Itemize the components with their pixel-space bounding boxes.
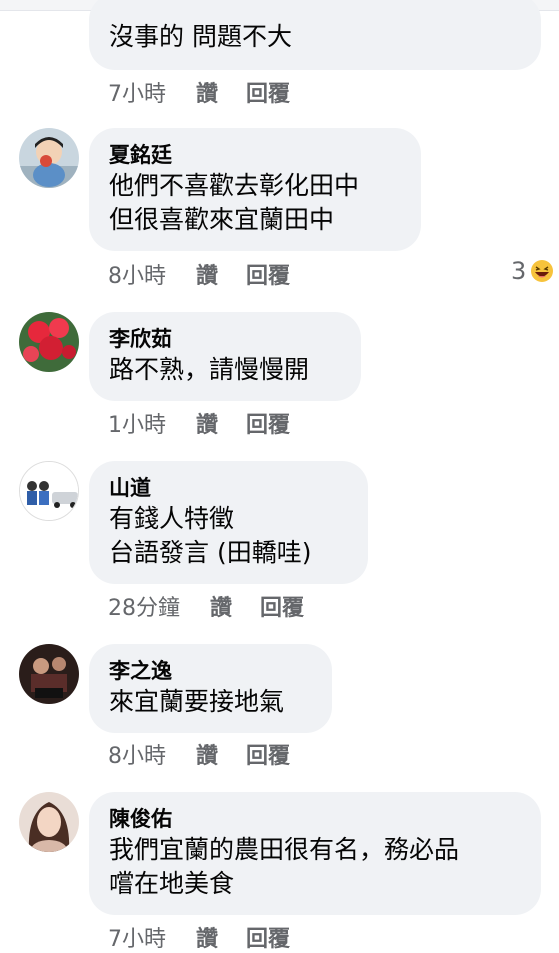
avatar-portrait-icon: [19, 792, 79, 852]
reaction-summary[interactable]: 3: [511, 257, 554, 285]
commenter-name[interactable]: 夏銘廷: [109, 141, 401, 169]
commenter-name[interactable]: 山道: [109, 474, 348, 502]
comment-text: 路不熟，請慢慢開: [109, 355, 310, 384]
avatar-photo-child-icon: [19, 128, 79, 188]
like-button[interactable]: 讚: [196, 76, 218, 108]
comment-text: 來宜蘭要接地氣: [109, 687, 285, 716]
reply-button[interactable]: 回覆: [246, 921, 290, 953]
commenter-name[interactable]: 陳俊佑: [109, 805, 521, 833]
comment-bubble: 李之逸 來宜蘭要接地氣: [89, 644, 332, 733]
reply-button[interactable]: 回覆: [260, 590, 304, 622]
comment-text: 沒事的 問題不大: [109, 22, 292, 51]
avatar[interactable]: [19, 792, 79, 852]
avatar-photo-flowers-icon: [19, 312, 79, 372]
like-button[interactable]: 讚: [210, 590, 232, 622]
comment-text: 嚐在地美食: [109, 869, 235, 898]
avatar[interactable]: [19, 644, 79, 704]
avatar[interactable]: [19, 312, 79, 372]
like-button[interactable]: 讚: [196, 738, 218, 770]
commenter-name[interactable]: 李之逸: [109, 657, 312, 685]
comment-text: 我們宜蘭的農田很有名，務必品: [109, 835, 460, 864]
avatar-photo-group-icon: [19, 644, 79, 704]
comment-bubble: 夏銘廷 他們不喜歡去彰化田中 但很喜歡來宜蘭田中: [89, 128, 421, 251]
comment-meta: 8小時 讚 回覆: [108, 739, 290, 769]
comment-meta: 7小時 讚 回覆: [108, 77, 290, 107]
comment-meta: 7小時 讚 回覆: [108, 922, 290, 952]
comment-meta: 8小時 讚 回覆: [108, 259, 290, 289]
commenter-name[interactable]: 李欣茹: [109, 325, 341, 353]
avatar-cartoon-car-icon: [20, 462, 78, 520]
comment-text: 他們不喜歡去彰化田中: [109, 171, 360, 200]
comment-timestamp[interactable]: 8小時: [108, 258, 166, 290]
comment-timestamp[interactable]: 1小時: [108, 407, 166, 439]
like-button[interactable]: 讚: [196, 407, 218, 439]
reply-button[interactable]: 回覆: [246, 738, 290, 770]
comment-text: 有錢人特徵: [109, 504, 235, 533]
laughing-emoji-icon: [531, 260, 554, 282]
comment-timestamp[interactable]: 28分鐘: [108, 590, 180, 622]
comment-meta: 1小時 讚 回覆: [108, 408, 290, 438]
comment-timestamp[interactable]: 7小時: [108, 921, 166, 953]
comment-bubble: 陳俊佑 我們宜蘭的農田很有名，務必品 嚐在地美食: [89, 792, 541, 915]
avatar[interactable]: [19, 128, 79, 188]
like-button[interactable]: 讚: [196, 258, 218, 290]
reply-button[interactable]: 回覆: [246, 76, 290, 108]
comment-timestamp[interactable]: 7小時: [108, 76, 166, 108]
reply-button[interactable]: 回覆: [246, 407, 290, 439]
comment-timestamp[interactable]: 8小時: [108, 738, 166, 770]
comment-bubble: 山道 有錢人特徵 台語發言 (田轎哇): [89, 461, 368, 584]
comment-text: 台語發言 (田轎哇): [109, 538, 312, 567]
comment-bubble: 沒事的 問題不大: [89, 0, 541, 70]
like-button[interactable]: 讚: [196, 921, 218, 953]
reaction-count: 3: [511, 257, 527, 285]
reply-button[interactable]: 回覆: [246, 258, 290, 290]
comment-meta: 28分鐘 讚 回覆: [108, 591, 304, 621]
comment-text: 但很喜歡來宜蘭田中: [109, 205, 335, 234]
comment-bubble: 李欣茹 路不熟，請慢慢開: [89, 312, 361, 401]
avatar[interactable]: [19, 461, 79, 521]
